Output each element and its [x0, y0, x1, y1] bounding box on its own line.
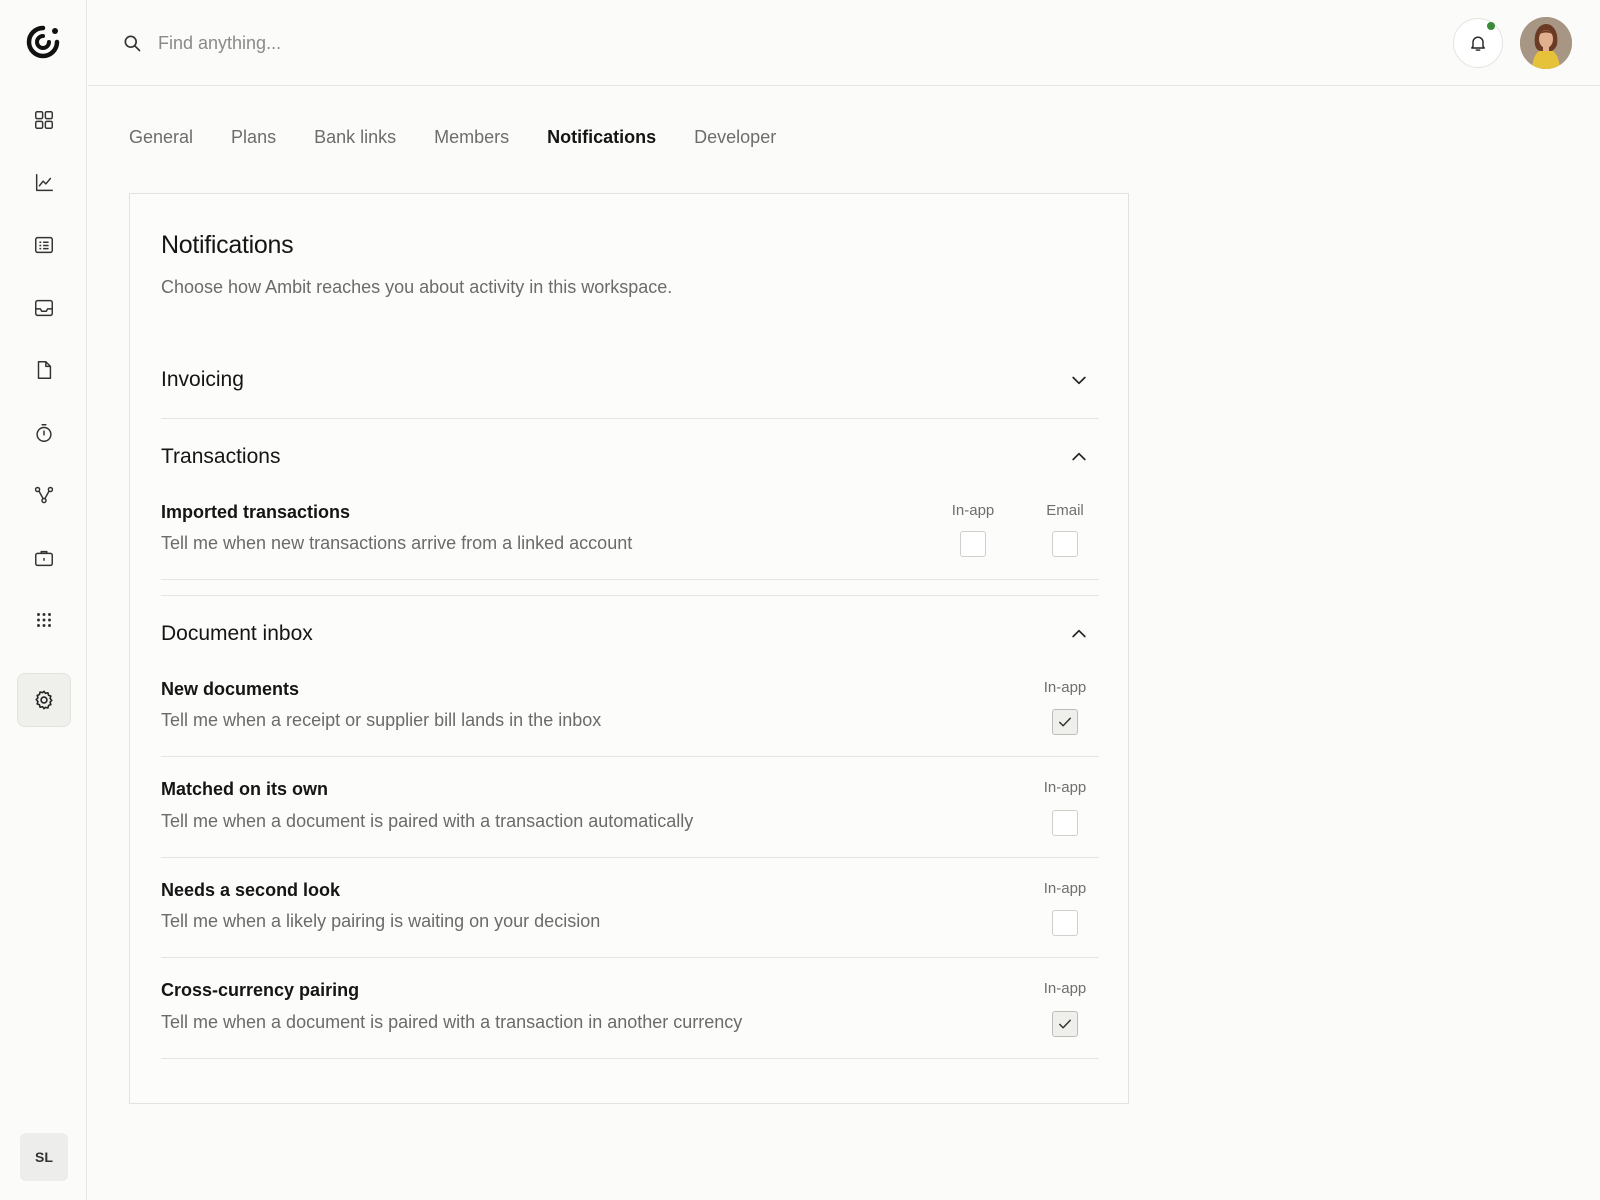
top-bar [88, 0, 1600, 86]
ambit-logo-icon[interactable] [23, 22, 63, 62]
list-icon [35, 236, 53, 254]
sidebar-item-dashboard[interactable] [17, 93, 71, 147]
section-title: Transactions [161, 445, 281, 468]
tab-members[interactable]: Members [434, 124, 509, 154]
sidebar: SL [0, 0, 87, 1200]
settings-tabs: General Plans Bank links Members Notific… [129, 124, 814, 154]
checkmark-icon [1059, 1019, 1071, 1029]
line-chart-icon [35, 174, 53, 192]
document-icon [37, 361, 52, 379]
section-title: Document inbox [161, 622, 313, 645]
inbox-icon [35, 299, 53, 317]
checkbox-imported-in-app[interactable] [960, 531, 986, 557]
section-title: Invoicing [161, 368, 244, 391]
apps-icon [37, 613, 51, 627]
row-title-matched: Matched on its own [161, 779, 329, 799]
sidebar-item-time[interactable] [17, 406, 71, 460]
grid-icon [35, 111, 53, 129]
chevron-up-icon [1072, 452, 1086, 461]
row-title-new-documents: New documents [161, 679, 300, 699]
gear-icon [35, 690, 53, 710]
row-desc-new-documents: Tell me when a receipt or supplier bill … [161, 710, 602, 730]
checkmark-icon [1059, 717, 1071, 727]
search-input[interactable] [158, 26, 558, 60]
row-desc-matched: Tell me when a document is paired with a… [161, 811, 694, 831]
tab-developer[interactable]: Developer [694, 124, 776, 154]
divider [161, 857, 1099, 858]
row-desc-second-look: Tell me when a likely pairing is waiting… [161, 911, 601, 931]
sidebar-item-vault[interactable] [17, 531, 71, 585]
divider [161, 418, 1099, 419]
sidebar-item-integrations[interactable] [17, 468, 71, 522]
notification-dot [1487, 22, 1495, 30]
row-desc-imported-transactions: Tell me when new transactions arrive fro… [161, 533, 633, 553]
row-title-cross-currency: Cross-currency pairing [161, 980, 360, 1000]
tab-bank-links[interactable]: Bank links [314, 124, 396, 154]
tab-notifications[interactable]: Notifications [547, 124, 656, 154]
column-label-in-app: In-app [1043, 880, 1087, 897]
avatar[interactable] [1520, 17, 1572, 69]
checkbox-cross-currency-in-app[interactable] [1052, 1011, 1078, 1037]
section-invoicing-header[interactable]: Invoicing [161, 360, 1099, 400]
search-icon [124, 35, 141, 52]
sidebar-item-apps[interactable] [17, 593, 71, 647]
notifications-button[interactable] [1453, 18, 1503, 68]
chevron-up-icon [1072, 629, 1086, 638]
row-title-imported-transactions: Imported transactions [161, 502, 351, 522]
column-label-in-app: In-app [1043, 980, 1087, 997]
tab-plans[interactable]: Plans [231, 124, 276, 154]
sidebar-item-documents[interactable] [17, 343, 71, 397]
column-label-in-app: In-app [951, 502, 995, 519]
divider [161, 1058, 1099, 1059]
section-document-inbox-header[interactable]: Document inbox [161, 614, 1099, 654]
section-transactions-header[interactable]: Transactions [161, 437, 1099, 477]
tab-general[interactable]: General [129, 124, 193, 154]
divider [161, 957, 1099, 958]
timer-icon [36, 424, 52, 442]
checkbox-matched-in-app[interactable] [1052, 810, 1078, 836]
card-title: Notifications [161, 231, 294, 259]
row-title-second-look: Needs a second look [161, 880, 341, 900]
sidebar-item-inbox[interactable] [17, 281, 71, 335]
briefcase-icon [35, 550, 53, 567]
notifications-card: Notifications Choose how Ambit reaches y… [129, 193, 1129, 1104]
sidebar-item-transactions[interactable] [17, 218, 71, 272]
column-label-in-app: In-app [1043, 779, 1087, 796]
column-label-email: Email [1046, 502, 1084, 519]
bell-icon [1471, 36, 1485, 51]
row-desc-cross-currency: Tell me when a document is paired with a… [161, 1012, 743, 1032]
card-subtitle: Choose how Ambit reaches you about activ… [161, 277, 673, 297]
sidebar-item-reports[interactable] [17, 156, 71, 210]
column-label-in-app: In-app [1043, 679, 1087, 696]
checkbox-imported-email[interactable] [1052, 531, 1078, 557]
checkbox-new-documents-in-app[interactable] [1052, 709, 1078, 735]
divider [161, 579, 1099, 580]
user-initials-button[interactable]: SL [20, 1133, 68, 1181]
divider [161, 756, 1099, 757]
divider [161, 595, 1099, 596]
checkbox-second-look-in-app[interactable] [1052, 910, 1078, 936]
chevron-down-icon [1072, 376, 1086, 385]
sidebar-item-settings[interactable] [17, 673, 71, 727]
branch-icon [34, 486, 54, 504]
